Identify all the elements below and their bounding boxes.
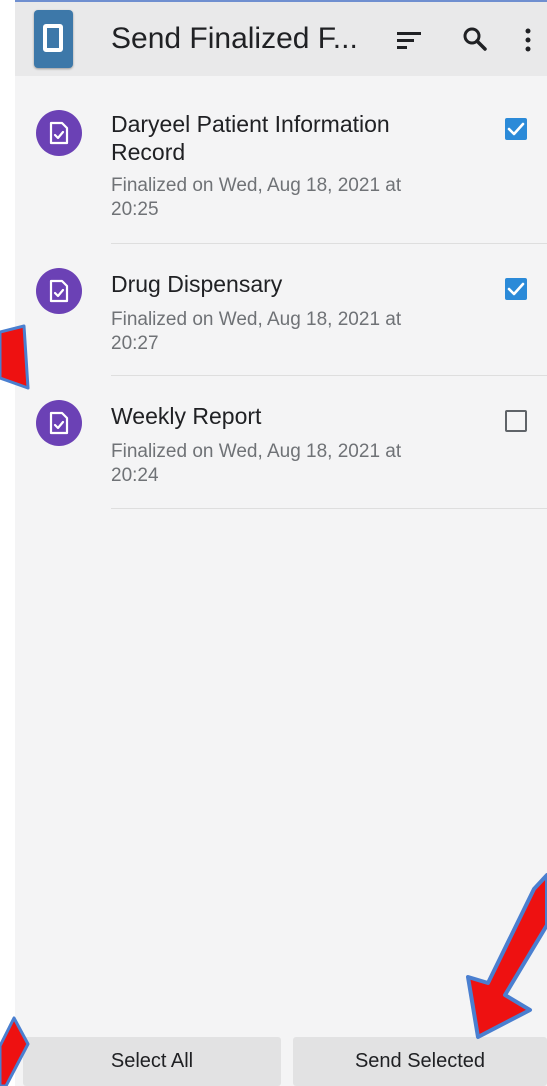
list-item[interactable]: Daryeel Patient Information Record Final… bbox=[15, 76, 547, 244]
sort-icon[interactable] bbox=[395, 22, 423, 58]
app-logo-glyph bbox=[43, 24, 63, 52]
divider bbox=[111, 508, 547, 509]
search-icon[interactable] bbox=[460, 22, 490, 58]
form-icon bbox=[36, 268, 82, 314]
form-finalized-date: Finalized on Wed, Aug 18, 2021 at 20:27 bbox=[111, 309, 402, 354]
list-item[interactable]: Drug Dispensary Finalized on Wed, Aug 18… bbox=[15, 244, 547, 376]
toolbar: Send Finalized F... bbox=[15, 0, 547, 76]
form-icon bbox=[36, 400, 82, 446]
select-all-button[interactable]: Select All bbox=[23, 1037, 281, 1086]
form-title: Daryeel Patient Information Record bbox=[111, 111, 390, 165]
annotation-arrow-left-top bbox=[0, 324, 30, 390]
send-selected-button[interactable]: Send Selected bbox=[293, 1037, 547, 1086]
form-finalized-date: Finalized on Wed, Aug 18, 2021 at 20:24 bbox=[111, 441, 402, 486]
form-checkbox-checked[interactable] bbox=[505, 118, 527, 140]
annotation-arrow-left-bottom bbox=[0, 1016, 30, 1086]
form-title: Drug Dispensary bbox=[111, 271, 283, 297]
form-icon bbox=[36, 110, 82, 156]
form-finalized-date: Finalized on Wed, Aug 18, 2021 at 20:25 bbox=[111, 175, 402, 220]
more-vert-icon[interactable] bbox=[521, 22, 535, 58]
form-checkbox-unchecked[interactable] bbox=[505, 410, 527, 432]
form-checkbox-checked[interactable] bbox=[505, 278, 527, 300]
form-title: Weekly Report bbox=[111, 403, 262, 429]
page-title: Send Finalized F... bbox=[111, 22, 358, 55]
annotation-arrow-send-selected bbox=[466, 873, 547, 1039]
left-margin bbox=[0, 0, 15, 1086]
list-item[interactable]: Weekly Report Finalized on Wed, Aug 18, … bbox=[15, 376, 547, 509]
app-logo-icon bbox=[34, 10, 73, 68]
